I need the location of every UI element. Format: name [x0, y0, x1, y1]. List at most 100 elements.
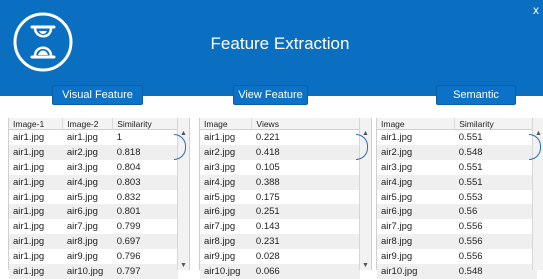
table-row[interactable]: air10.jpg 0.066: [200, 264, 360, 279]
table-cell: 0.231: [251, 234, 360, 250]
table-cell: 0.801: [112, 204, 178, 220]
vertical-scrollbar[interactable]: ▲: [529, 118, 543, 270]
table-row[interactable]: air8.jpg 0.231: [200, 234, 360, 250]
table-row[interactable]: air1.jpg air1.jpg 1: [9, 130, 178, 145]
column-header[interactable]: Similarity: [112, 118, 178, 130]
table-row[interactable]: air5.jpg 0.553: [377, 190, 537, 205]
scroll-thumb[interactable]: [529, 134, 541, 160]
column-header[interactable]: Image-2: [62, 118, 114, 130]
table-cell: 0.818: [112, 144, 178, 160]
table-cell: air5.jpg: [204, 191, 236, 203]
table-cell: air4.jpg: [377, 174, 455, 190]
table-cell: 0.105: [255, 161, 280, 173]
column-header[interactable]: Views: [251, 118, 360, 130]
table-row[interactable]: air9.jpg 0.556: [377, 249, 537, 264]
table-cell: 0.551: [458, 131, 483, 143]
table-cell: air1.jpg: [204, 131, 236, 143]
scroll-thumb[interactable]: [174, 134, 186, 160]
semantic-feature-table[interactable]: Image Similarity air1.jpg 0.551 air2.jpg 0.…: [376, 118, 543, 279]
table-row[interactable]: air4.jpg 0.388: [200, 174, 360, 190]
vertical-scrollbar[interactable]: ▲ ▼: [174, 118, 189, 270]
table-cell: air1.jpg: [13, 191, 45, 203]
visual-feature-table[interactable]: Image-1 Image-2 Similarity air1.jpg air1.…: [8, 118, 190, 279]
view-feature-button[interactable]: View Feature: [233, 85, 308, 105]
table-row[interactable]: air8.jpg 0.556: [377, 234, 537, 250]
table-row[interactable]: air10.jpg 0.548: [377, 264, 537, 279]
table-cell: 0.56: [454, 204, 537, 220]
table-row[interactable]: air1.jpg air3.jpg 0.804: [9, 160, 178, 175]
table-row[interactable]: air2.jpg 0.548: [377, 144, 537, 160]
table-cell: 0.551: [454, 174, 537, 190]
table-cell: air1.jpg: [13, 161, 45, 173]
table-cell: 0.418: [251, 144, 360, 160]
table-row[interactable]: air1.jpg air4.jpg 0.803: [9, 174, 178, 190]
semantic-feature-button[interactable]: Semantic Feature: [436, 85, 516, 120]
table-row[interactable]: air3.jpg 0.105: [200, 160, 360, 175]
table-cell: air9.jpg: [66, 251, 98, 263]
vertical-scrollbar[interactable]: ▲ ▼: [356, 118, 371, 270]
table-row[interactable]: air6.jpg 0.56: [377, 204, 537, 220]
table-cell: air1.jpg: [9, 264, 63, 279]
table-row[interactable]: air1.jpg air7.jpg 0.799: [9, 219, 178, 234]
table-cell: air1.jpg: [9, 234, 63, 250]
table-cell: 0.556: [458, 221, 483, 233]
table-cell: air8.jpg: [200, 234, 252, 250]
table-row[interactable]: air3.jpg 0.551: [377, 160, 537, 175]
table-cell: air1.jpg: [9, 204, 63, 220]
table-cell: 0.028: [255, 251, 280, 263]
table-cell: air1.jpg: [9, 174, 63, 190]
view-feature-table[interactable]: Image Views air1.jpg 0.221 air2.jpg 0.418 ai…: [199, 118, 372, 279]
table-row[interactable]: air1.jpg air8.jpg 0.697: [9, 234, 178, 250]
table-cell: 0.803: [112, 174, 178, 190]
table-cell: 0.548: [454, 144, 537, 160]
table-cell: air1.jpg: [13, 221, 45, 233]
table-cell: air2.jpg: [62, 144, 113, 160]
table-cell: air3.jpg: [66, 161, 98, 173]
scroll-down-icon[interactable]: ▼: [362, 262, 369, 269]
visual-feature-button[interactable]: Visual Feature: [52, 85, 143, 105]
table-row[interactable]: air1.jpg air10.jpg 0.797: [9, 264, 178, 279]
column-header[interactable]: Image: [200, 118, 253, 130]
close-button[interactable]: x: [533, 3, 539, 17]
table-cell: 0.796: [116, 251, 141, 263]
table-cell: 0.804: [116, 161, 141, 173]
table-row[interactable]: air7.jpg 0.556: [377, 219, 537, 234]
table-cell: air2.jpg: [200, 144, 252, 160]
table-row[interactable]: air1.jpg air6.jpg 0.801: [9, 204, 178, 220]
table-cell: air1.jpg: [66, 131, 98, 143]
table-cell: air5.jpg: [66, 191, 98, 203]
table-row[interactable]: air7.jpg 0.143: [200, 219, 360, 234]
table-cell: air6.jpg: [200, 204, 252, 220]
table-row[interactable]: air1.jpg air5.jpg 0.832: [9, 190, 178, 205]
table-cell: air8.jpg: [377, 234, 455, 250]
table-cell: air7.jpg: [66, 221, 98, 233]
table-cell: 1: [116, 131, 123, 143]
table-cell: 0.221: [255, 131, 280, 143]
table-row[interactable]: air2.jpg 0.418: [200, 144, 360, 160]
scroll-thumb[interactable]: [356, 134, 368, 160]
column-header[interactable]: Image-1: [9, 118, 64, 130]
scroll-down-icon[interactable]: ▼: [180, 262, 187, 269]
table-cell: air1.jpg: [9, 144, 63, 160]
table-cell: 0.697: [112, 234, 178, 250]
table-cell: 0.175: [255, 191, 280, 203]
table-cell: 0.797: [112, 264, 178, 279]
table-cell: air2.jpg: [377, 144, 455, 160]
table-cell: air1.jpg: [381, 131, 413, 143]
table-cell: air9.jpg: [204, 251, 236, 263]
table-cell: air7.jpg: [204, 221, 236, 233]
table-cell: air5.jpg: [381, 191, 413, 203]
table-cell: air6.jpg: [62, 204, 113, 220]
table-row[interactable]: air9.jpg 0.028: [200, 249, 360, 264]
table-row[interactable]: air1.jpg air9.jpg 0.796: [9, 249, 178, 264]
column-header[interactable]: Similarity: [454, 118, 537, 130]
table-cell: 0.251: [251, 204, 360, 220]
table-row[interactable]: air1.jpg 0.221: [200, 130, 360, 145]
table-row[interactable]: air6.jpg 0.251: [200, 204, 360, 220]
table-row[interactable]: air1.jpg 0.551: [377, 130, 537, 145]
column-header[interactable]: Image: [377, 118, 456, 130]
table-row[interactable]: air4.jpg 0.551: [377, 174, 537, 190]
table-row[interactable]: air1.jpg air2.jpg 0.818: [9, 144, 178, 160]
table-cell: 0.799: [116, 221, 141, 233]
table-row[interactable]: air5.jpg 0.175: [200, 190, 360, 205]
